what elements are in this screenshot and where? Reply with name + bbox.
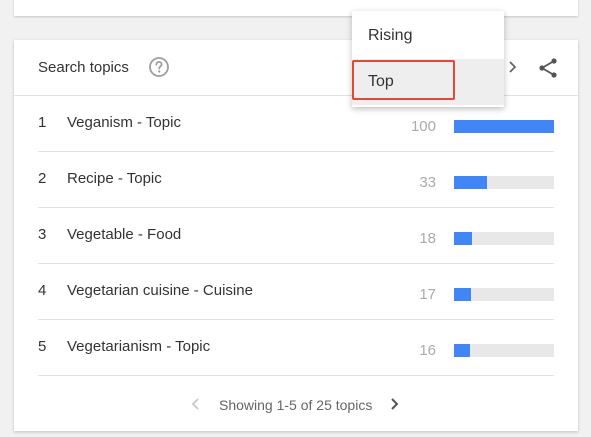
value-bar-fill — [454, 120, 554, 133]
topic-label[interactable]: Veganism - Topic — [67, 114, 181, 131]
share-icon[interactable] — [536, 56, 560, 80]
topic-value: 18 — [419, 230, 436, 247]
list-item[interactable]: 3 Vegetable - Food 18 — [38, 208, 554, 264]
value-bar — [454, 232, 554, 245]
topic-value: 33 — [419, 174, 436, 191]
list-item[interactable]: 2 Recipe - Topic 33 — [38, 152, 554, 208]
topic-label[interactable]: Vegetarian cuisine - Cuisine — [67, 282, 253, 299]
topic-value: 17 — [419, 286, 436, 303]
rank-number: 4 — [38, 282, 47, 299]
chevron-left-icon[interactable] — [188, 396, 204, 412]
value-bar — [454, 288, 554, 301]
topic-value: 100 — [410, 118, 436, 135]
menu-item-rising[interactable]: Rising — [352, 13, 504, 59]
rank-number: 2 — [38, 170, 47, 187]
selection-highlight-box — [352, 60, 455, 100]
chevron-right-icon[interactable] — [506, 57, 520, 77]
help-icon[interactable] — [148, 56, 170, 78]
value-bar-fill — [454, 176, 487, 189]
value-bar-fill — [454, 344, 470, 357]
rank-number: 1 — [38, 114, 47, 131]
topic-value: 16 — [419, 342, 436, 359]
menu-item-label: Rising — [368, 27, 413, 44]
value-bar — [454, 120, 554, 133]
topic-label[interactable]: Vegetable - Food — [67, 226, 181, 243]
topic-label[interactable]: Vegetarianism - Topic — [67, 338, 210, 355]
pagination-text: Showing 1-5 of 25 topics — [219, 397, 373, 413]
chevron-right-icon[interactable] — [386, 396, 402, 412]
list-item[interactable]: 4 Vegetarian cuisine - Cuisine 17 — [38, 264, 554, 320]
value-bar — [454, 176, 554, 189]
value-bar-fill — [454, 288, 471, 301]
topics-list: 1 Veganism - Topic 100 2 Recipe - Topic … — [14, 96, 578, 376]
topic-label[interactable]: Recipe - Topic — [67, 170, 162, 187]
value-bar — [454, 344, 554, 357]
value-bar-fill — [454, 232, 472, 245]
card-title: Search topics — [38, 59, 129, 76]
list-item[interactable]: 5 Vegetarianism - Topic 16 — [38, 320, 554, 376]
rank-number: 3 — [38, 226, 47, 243]
rank-number: 5 — [38, 338, 47, 355]
pagination: Showing 1-5 of 25 topics — [14, 376, 578, 431]
